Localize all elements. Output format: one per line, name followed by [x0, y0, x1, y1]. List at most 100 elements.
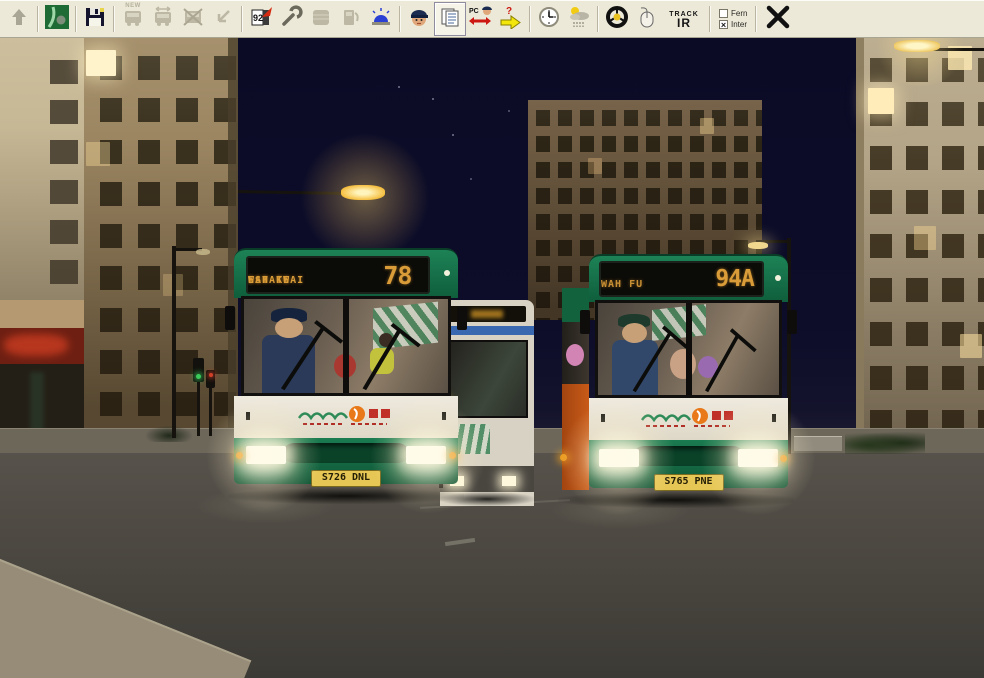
marker-light — [775, 275, 781, 281]
driver-button[interactable] — [404, 3, 434, 35]
weather-icon — [567, 5, 591, 34]
remove-bus-button[interactable] — [178, 3, 208, 35]
toolbar-separator — [113, 6, 115, 32]
toolbar-separator — [529, 6, 531, 32]
steering-wheel-button[interactable] — [602, 3, 632, 35]
svg-text:92: 92 — [253, 13, 263, 23]
lit-window — [86, 142, 110, 166]
repair-wrench-button[interactable] — [276, 3, 306, 35]
swap-bus-icon — [151, 5, 175, 33]
game-viewport[interactable]: WAH KWAI ESTATE 78 S726 DNL WAH FU 94A S… — [0, 38, 984, 678]
up-arrow-button[interactable] — [4, 3, 34, 35]
siren-lamp-icon — [370, 6, 392, 33]
mouse-icon — [637, 5, 657, 34]
bus-left-destination-display: WAH KWAI ESTATE 78 — [246, 256, 430, 294]
refuel-button[interactable] — [336, 3, 366, 35]
license-plate: S765 PNE — [653, 474, 724, 491]
checkbox-box[interactable] — [719, 9, 728, 18]
side-mirror — [787, 310, 797, 334]
pc-swap-icon: PC — [467, 5, 495, 34]
bus-right-destination-display: WAH FU 94A — [599, 261, 764, 297]
bus-left-front-panel — [234, 396, 458, 438]
new-bus-icon — [121, 7, 145, 32]
indicator-light — [236, 452, 243, 459]
close-x-icon — [765, 4, 791, 35]
bus-right-windshield — [595, 300, 782, 398]
clock-icon — [537, 5, 561, 34]
building-far-left — [0, 38, 88, 338]
star — [508, 110, 510, 112]
enter-bus-arrow-button[interactable] — [208, 3, 238, 35]
schedule-button[interactable] — [434, 2, 466, 36]
weather-button[interactable] — [564, 3, 594, 35]
new-bus-button[interactable]: NEW — [118, 3, 148, 35]
checkbox-box[interactable]: × — [719, 20, 728, 30]
close-button[interactable] — [760, 3, 796, 35]
pc-driver-swap-button[interactable]: PC — [466, 3, 496, 35]
nwfb-logo — [640, 408, 733, 427]
street-light-head — [341, 185, 385, 200]
street-lamp-post — [172, 246, 176, 438]
toolbar-separator — [597, 6, 599, 32]
up-arrow-icon — [8, 6, 30, 33]
swap-bus-button[interactable] — [148, 3, 178, 35]
bushes — [845, 432, 925, 454]
star — [452, 134, 454, 136]
map-button[interactable] — [42, 3, 72, 35]
lit-window — [86, 50, 116, 76]
bus-behind-windshield — [446, 340, 528, 418]
lit-window — [588, 158, 602, 174]
bus-left-roofband: WAH KWAI ESTATE 78 — [234, 248, 458, 298]
map-thumbnail-icon — [45, 4, 69, 34]
trackir-icon: TRACK IR — [669, 11, 699, 30]
side-mirror — [457, 306, 467, 330]
lit-window — [868, 88, 894, 114]
blue-light-button[interactable] — [366, 3, 396, 35]
trackir-button[interactable]: TRACK IR — [662, 3, 706, 35]
marker-light — [444, 270, 450, 276]
route-hint-button[interactable]: ? — [496, 3, 526, 35]
time-button[interactable] — [534, 3, 564, 35]
driver-face-icon — [408, 6, 430, 33]
toolbar-separator — [241, 6, 243, 32]
ticket-roll-icon — [310, 6, 332, 33]
lit-window — [960, 334, 982, 358]
toolbar-separator — [755, 6, 758, 32]
guardrail — [794, 436, 842, 451]
lit-window — [700, 118, 714, 134]
indicator-light — [449, 452, 456, 459]
bus-right-front-panel — [589, 398, 788, 440]
headlight — [738, 449, 778, 467]
checkbox-inter[interactable]: × Inter — [719, 20, 747, 30]
remove-bus-icon — [181, 6, 205, 33]
checkbox-fern[interactable]: Fern — [719, 9, 747, 18]
star — [432, 98, 434, 100]
ticket-button[interactable] — [306, 3, 336, 35]
wipers — [281, 320, 421, 391]
new-bus-label: NEW — [125, 3, 141, 9]
destination-text: WAH FU — [601, 279, 644, 290]
toolbar-separator — [399, 6, 401, 32]
street-light-arm — [237, 190, 347, 195]
route-number: 94A — [715, 266, 755, 292]
star — [470, 178, 472, 180]
toolbar-separator — [37, 6, 39, 32]
wipers — [632, 325, 757, 393]
headlight — [406, 446, 446, 464]
indicator-light — [780, 455, 787, 462]
fuel-pump-icon — [340, 6, 362, 33]
save-button[interactable] — [80, 3, 110, 35]
svg-text:PC: PC — [469, 8, 479, 15]
traffic-signal — [193, 358, 204, 382]
calendar-92-icon: 92 — [249, 6, 273, 33]
passenger — [566, 344, 584, 366]
mouse-control-button[interactable] — [632, 3, 662, 35]
toolbar-separator — [709, 6, 711, 32]
schedule-list-icon — [439, 6, 461, 33]
date-timetable-button[interactable]: 92 — [246, 3, 276, 35]
view-options-group: Fern × Inter — [714, 9, 752, 30]
headlight — [599, 449, 639, 467]
main-toolbar: NEW 92 PC ? TRACK IR Fern × Inter — [0, 0, 984, 38]
bus-left: WAH KWAI ESTATE 78 S726 DNL — [225, 248, 467, 504]
headlight — [502, 476, 516, 486]
